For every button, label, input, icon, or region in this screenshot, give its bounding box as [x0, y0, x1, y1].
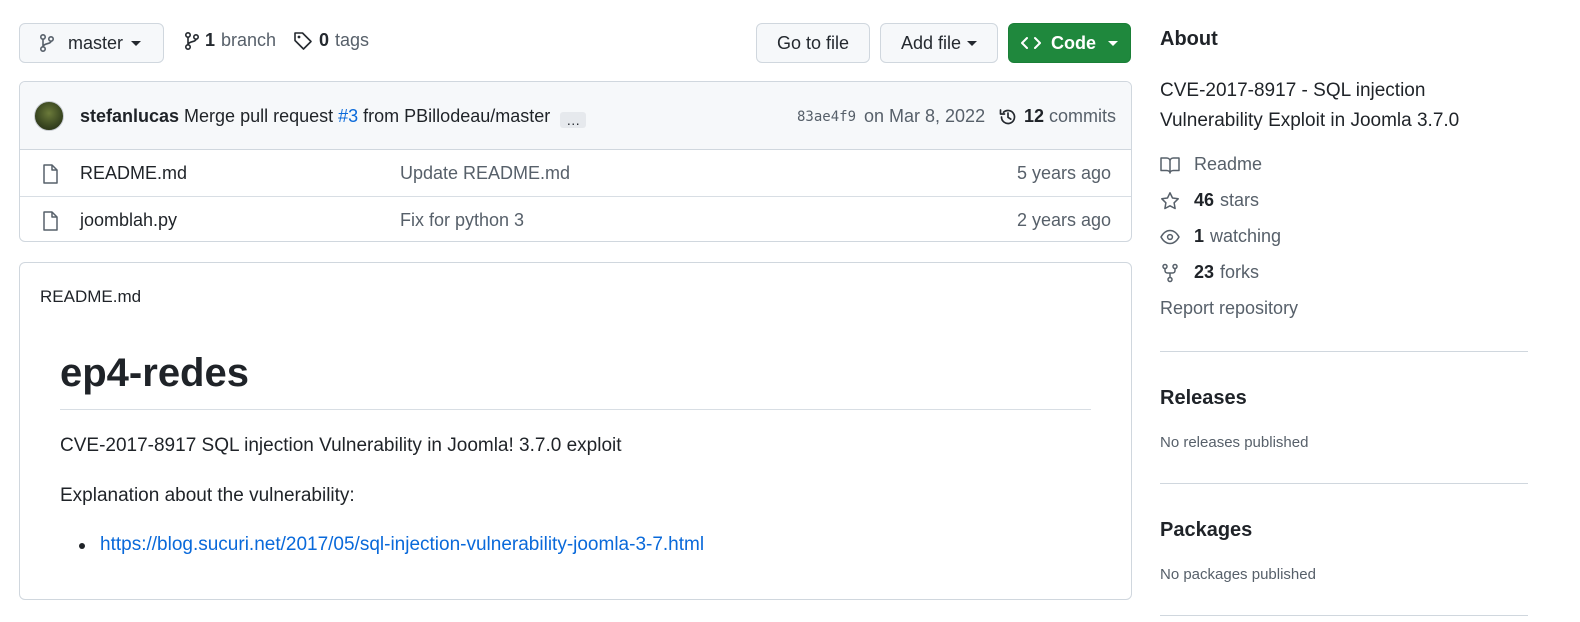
book-icon: [1160, 156, 1180, 174]
sidebar-divider: [1160, 615, 1528, 616]
expand-commit-button[interactable]: …: [560, 112, 587, 128]
sidebar-divider: [1160, 351, 1528, 352]
readme-link[interactable]: Readme: [1160, 154, 1262, 175]
add-file-label: Add file: [900, 32, 962, 53]
packages-heading[interactable]: Packages: [1160, 519, 1252, 542]
commit-author[interactable]: stefanlucas: [80, 106, 179, 128]
commit-date: on Mar 8, 2022: [864, 106, 986, 126]
repo-description: CVE-2017-8917 - SQL injection Vulnerabil…: [1160, 76, 1459, 136]
git-branch-icon: [185, 31, 199, 50]
file-row[interactable]: README.md Update README.md 5 years ago: [20, 150, 1131, 196]
file-icon: [42, 211, 58, 231]
file-commit-message[interactable]: Fix for python 3: [400, 210, 524, 231]
readme-panel: README.md ep4-redes CVE-2017-8917 SQL in…: [19, 262, 1132, 600]
eye-icon: [1160, 229, 1180, 245]
branches-link[interactable]: 1 branch: [185, 30, 276, 51]
forks-link[interactable]: 23 forks: [1160, 262, 1259, 283]
go-to-file-button[interactable]: Go to file: [756, 23, 870, 63]
file-name[interactable]: README.md: [80, 163, 187, 184]
commit-message-prefix[interactable]: Merge pull request: [184, 106, 333, 128]
file-age: 2 years ago: [1016, 210, 1111, 230]
file-row[interactable]: joomblah.py Fix for python 3 2 years ago: [20, 196, 1131, 241]
chevron-down-icon: [131, 40, 142, 46]
chevron-down-icon: [1108, 40, 1118, 46]
readme-paragraph: CVE-2017-8917 SQL injection Vulnerabilit…: [60, 435, 622, 456]
report-repository-link[interactable]: Report repository: [1160, 298, 1298, 319]
watching-count: 1: [1194, 226, 1205, 246]
commit-history-link[interactable]: 12 commits: [998, 106, 1116, 127]
chevron-down-icon: [967, 40, 978, 46]
star-icon: [1160, 191, 1180, 211]
report-label: Report repository: [1160, 298, 1299, 318]
forks-label: forks: [1220, 262, 1260, 282]
tag-icon: [293, 31, 313, 51]
latest-commit-bar: stefanlucas Merge pull request #3 from P…: [20, 82, 1131, 150]
readme-heading: ep4-redes: [60, 351, 249, 395]
commit-label: commits: [1049, 106, 1117, 126]
history-icon: [998, 107, 1018, 127]
stars-label: stars: [1220, 190, 1260, 210]
releases-empty: No releases published: [1160, 434, 1309, 451]
watchers-link[interactable]: 1 watching: [1160, 226, 1281, 247]
file-commit-message[interactable]: Update README.md: [400, 163, 570, 184]
file-browser: stefanlucas Merge pull request #3 from P…: [19, 81, 1132, 242]
branch-select-button[interactable]: master: [19, 23, 164, 63]
stars-count: 46: [1194, 190, 1215, 210]
repo-description-line: CVE-2017-8917 - SQL injection: [1160, 80, 1426, 101]
branch-name: master: [68, 32, 124, 53]
commit-message-line: stefanlucas Merge pull request #3 from P…: [80, 106, 587, 128]
releases-heading[interactable]: Releases: [1160, 387, 1247, 410]
bullet-dot: [79, 543, 85, 549]
code-button[interactable]: Code: [1008, 23, 1131, 63]
file-icon: [42, 164, 58, 184]
go-to-file-label: Go to file: [776, 32, 850, 53]
commit-count: 12: [1024, 106, 1045, 126]
readme-heading-divider: [60, 409, 1091, 410]
about-heading: About: [1160, 28, 1218, 50]
file-age: 5 years ago: [1016, 163, 1111, 183]
branch-label: branch: [221, 30, 277, 50]
readme-link[interactable]: https://blog.sucuri.net/2017/05/sql-inje…: [100, 534, 704, 556]
code-icon: [1021, 35, 1041, 51]
stars-link[interactable]: 46 stars: [1160, 190, 1259, 211]
branch-count: 1: [205, 30, 216, 50]
readme-filename[interactable]: README.md: [40, 287, 141, 307]
add-file-button[interactable]: Add file: [880, 23, 998, 63]
code-label: Code: [1051, 32, 1096, 53]
git-branch-icon: [40, 34, 54, 52]
forks-count: 23: [1194, 262, 1215, 282]
commit-message-suffix[interactable]: from PBillodeau/master: [363, 106, 550, 128]
avatar[interactable]: [34, 101, 64, 131]
tag-count: 0: [319, 30, 330, 50]
sidebar-divider: [1160, 483, 1528, 484]
repo-forked-icon: [1160, 263, 1180, 283]
pull-request-link[interactable]: #3: [338, 106, 358, 128]
readme-label: Readme: [1194, 154, 1263, 174]
file-name[interactable]: joomblah.py: [80, 210, 177, 231]
packages-empty: No packages published: [1160, 566, 1316, 583]
watching-label: watching: [1210, 226, 1282, 246]
tags-link[interactable]: 0 tags: [293, 30, 369, 51]
commit-sha[interactable]: 83ae4f9: [797, 109, 856, 125]
repo-description-line: Vulnerability Exploit in Joomla 3.7.0: [1160, 110, 1460, 131]
tag-label: tags: [335, 30, 370, 50]
readme-paragraph: Explanation about the vulnerability:: [60, 485, 355, 506]
